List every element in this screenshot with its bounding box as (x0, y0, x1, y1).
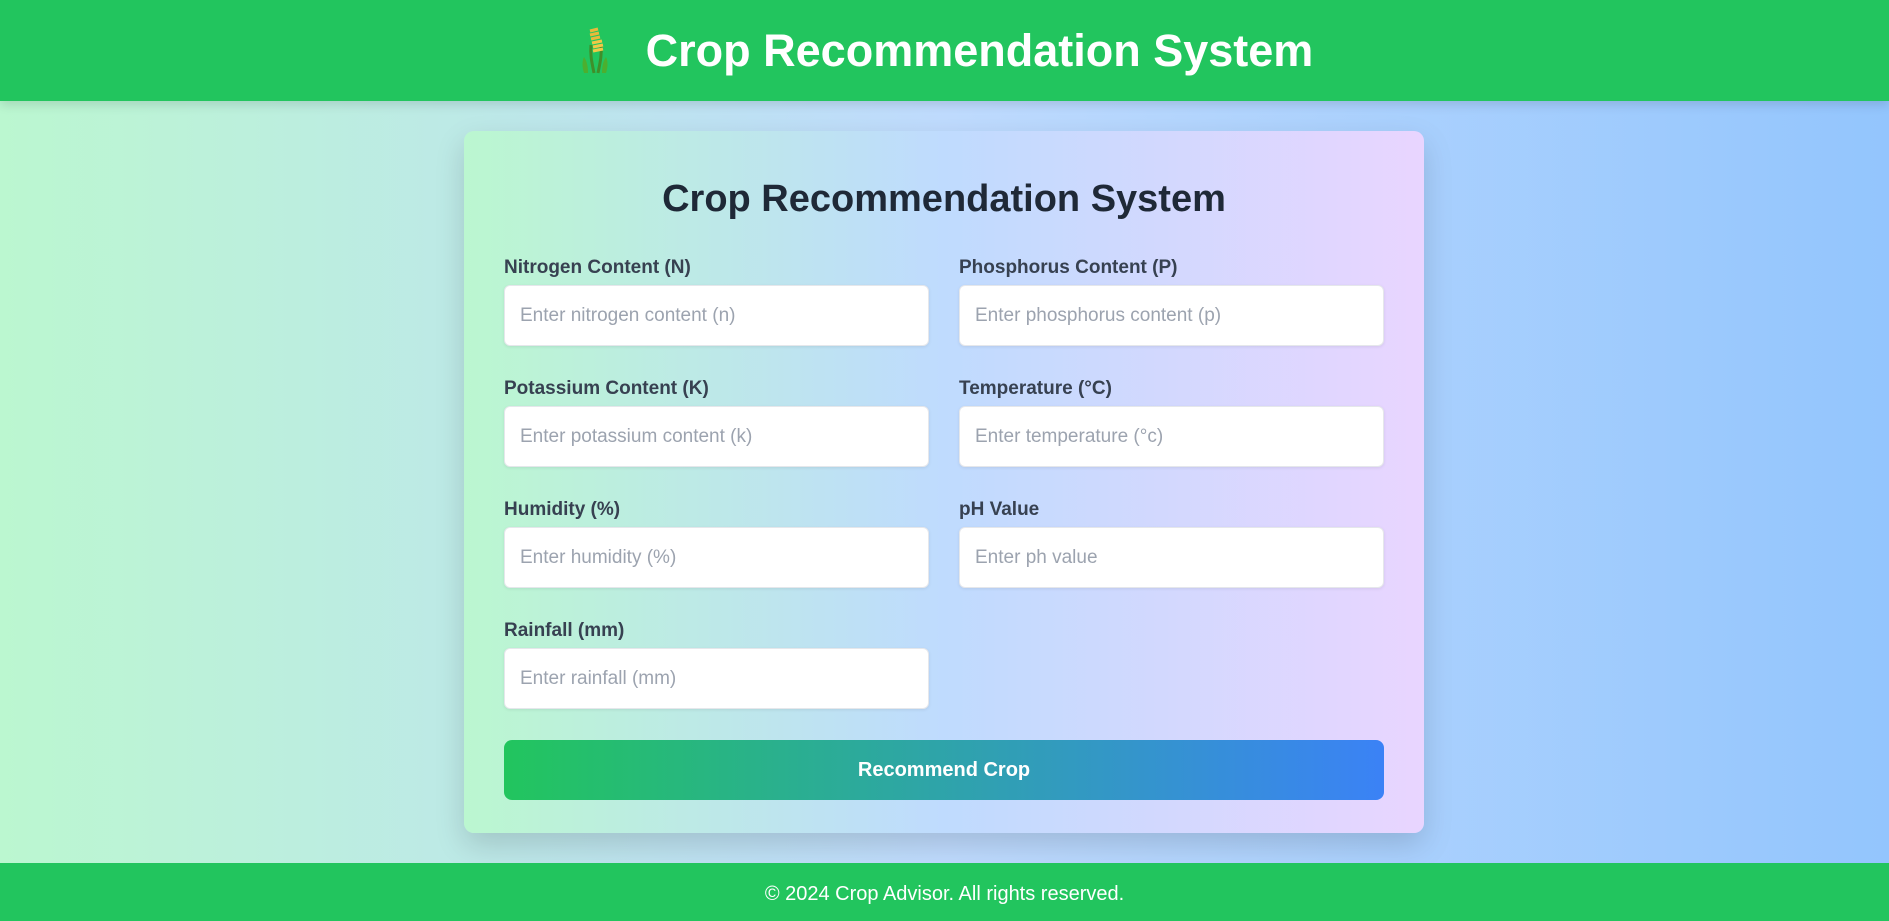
nitrogen-label: Nitrogen Content (N) (504, 257, 691, 278)
potassium-field: Potassium Content (K) (504, 378, 929, 467)
phosphorus-input[interactable] (959, 285, 1384, 346)
recommendation-form: Nitrogen Content (N) Phosphorus Content … (504, 257, 1384, 709)
rainfall-label: Rainfall (mm) (504, 620, 625, 641)
potassium-label: Potassium Content (K) (504, 378, 709, 399)
copyright-text: © 2024 Crop Advisor. All rights reserved… (764, 882, 1125, 905)
recommendation-form-card: Crop Recommendation System Nitrogen Cont… (464, 131, 1424, 833)
rainfall-input[interactable] (504, 648, 929, 709)
phosphorus-field: Phosphorus Content (P) (959, 257, 1384, 346)
page-title: Crop Recommendation System (645, 24, 1314, 76)
humidity-input[interactable] (504, 527, 929, 588)
ph-label: pH Value (959, 499, 1040, 520)
temperature-label: Temperature (°C) (959, 378, 1112, 399)
nitrogen-field: Nitrogen Content (N) (504, 257, 929, 346)
temperature-input[interactable] (959, 406, 1384, 467)
ph-field: pH Value (959, 499, 1384, 588)
humidity-label: Humidity (%) (504, 499, 621, 520)
ph-input[interactable] (959, 527, 1384, 588)
app-header: Crop Recommendation System (0, 0, 1889, 101)
wheat-icon (582, 27, 608, 73)
temperature-field: Temperature (°C) (959, 378, 1384, 467)
phosphorus-label: Phosphorus Content (P) (959, 257, 1178, 278)
app-footer: © 2024 Crop Advisor. All rights reserved… (0, 863, 1889, 921)
potassium-input[interactable] (504, 406, 929, 467)
form-title: Crop Recommendation System (662, 178, 1226, 220)
nitrogen-input[interactable] (504, 285, 929, 346)
humidity-field: Humidity (%) (504, 499, 929, 588)
rainfall-field: Rainfall (mm) (504, 620, 929, 709)
recommend-crop-button[interactable]: Recommend Crop (504, 740, 1384, 800)
